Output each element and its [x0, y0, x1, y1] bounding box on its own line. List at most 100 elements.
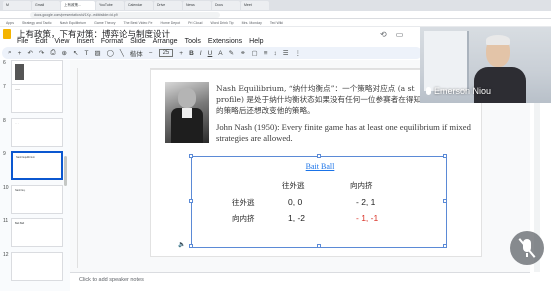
matrix-title-link[interactable]: Bait Ball [192, 162, 448, 171]
undo-icon[interactable]: ↶ [27, 49, 32, 57]
formatting-toolbar: ⌕ + ↶ ↷ ⎙ ⊕ ↖ T ▨ ◯ ╲ 楷体 − 25 + B I U A … [2, 47, 422, 59]
resize-handle[interactable] [317, 154, 321, 158]
add-slide-icon[interactable]: + [18, 50, 22, 57]
menu-format[interactable]: Format [101, 38, 123, 45]
bold-button[interactable]: B [189, 50, 194, 57]
text-color-button[interactable]: A [218, 50, 222, 57]
resize-handle[interactable] [317, 244, 321, 248]
photo-head [178, 88, 196, 108]
slide-thumbnail[interactable]: Bait Ball [11, 218, 63, 247]
bookmark[interactable]: Home Depot [160, 21, 180, 25]
bookmark[interactable]: Apps [6, 21, 14, 25]
align-icon[interactable]: ≡ [264, 50, 268, 57]
browser-tab-active[interactable]: 上有政策... [61, 1, 95, 10]
resize-handle[interactable] [189, 199, 193, 203]
image-icon[interactable]: ▨ [94, 49, 100, 57]
participant-body [474, 67, 526, 103]
underline-button[interactable]: U [208, 50, 213, 57]
bulleted-list-icon[interactable]: ☰ [283, 49, 289, 57]
bookmark[interactable]: Strategy and Tactic [22, 21, 52, 25]
bookmark[interactable]: Pri Cloud [188, 21, 202, 25]
nash-theorem-text[interactable]: John Nash (1950): Every finite game has … [216, 122, 478, 144]
address-bar[interactable]: docs.google.com/presentation/d/1Xy...edi… [30, 11, 220, 18]
mic-icon [426, 87, 431, 95]
menu-view[interactable]: View [54, 38, 69, 45]
payoff-cell-equilibrium: - 1, -1 [356, 213, 379, 223]
payoff-matrix-textbox[interactable]: Bait Ball 往外逃 向内挤 往外逃 向内挤 0, 0 - 2, 1 1,… [189, 154, 448, 248]
speaker-notes-pane[interactable]: Click to add speaker notes [70, 272, 530, 291]
history-icon[interactable]: ⟲ [380, 30, 387, 39]
slide-filmstrip: 6 7 —— 8 · · · 9 Nash Equilibrium 10 Nas… [0, 60, 70, 291]
mic-muted-button[interactable] [510, 231, 544, 265]
thumbnail-text: Bait Ball [15, 222, 25, 225]
video-call-tile[interactable]: Emerson Niou [420, 27, 551, 103]
john-nash-photo[interactable] [165, 82, 209, 143]
bookmark[interactable]: Nash Equilibrium [60, 21, 86, 25]
shape-icon[interactable]: ◯ [107, 49, 114, 57]
audio-icon[interactable]: 🔈 [178, 241, 185, 248]
slide-number: 12 [3, 252, 9, 258]
browser-tab[interactable]: Docs [212, 1, 240, 10]
address-bar-row: docs.google.com/presentation/d/1Xy...edi… [0, 11, 551, 19]
resize-handle[interactable] [189, 244, 193, 248]
comment-add-icon[interactable]: ▢ [252, 49, 258, 57]
slide-thumbnail[interactable]: · · · [11, 118, 63, 147]
menu-slide[interactable]: Slide [130, 38, 146, 45]
font-size-field[interactable]: 25 [158, 49, 174, 57]
browser-tab[interactable]: YouTube [96, 1, 124, 10]
italic-button[interactable]: I [200, 50, 202, 57]
bookmark[interactable]: Word Drink Tip [211, 21, 234, 25]
bookmark[interactable]: Ted Wiki [270, 21, 283, 25]
browser-tab[interactable]: Calendar [125, 1, 153, 10]
font-size-increase-icon[interactable]: + [179, 50, 183, 57]
menu-file[interactable]: File [17, 38, 28, 45]
line-icon[interactable]: ╲ [120, 49, 124, 57]
slide-thumbnail[interactable]: —— [11, 84, 63, 113]
row-header: 向内挤 [232, 214, 255, 223]
browser-tab[interactable]: Meet [241, 1, 269, 10]
browser-tab[interactable]: Drive [154, 1, 182, 10]
search-menus-icon[interactable]: ⌕ [8, 49, 12, 57]
text-box-icon[interactable]: T [84, 50, 88, 57]
comment-icon[interactable]: ▭ [396, 30, 404, 39]
menu-edit[interactable]: Edit [35, 38, 47, 45]
highlight-icon[interactable]: ✎ [229, 49, 234, 57]
thumbnail-text: —— [15, 88, 20, 91]
more-options-icon[interactable]: ⋮ [295, 49, 302, 57]
slide-thumbnail-selected[interactable]: Nash Equilibrium [11, 151, 63, 180]
font-select[interactable]: 楷体 [130, 48, 143, 58]
slide-number: 10 [3, 185, 9, 191]
speaker-notes-placeholder[interactable]: Click to add speaker notes [79, 277, 144, 283]
browser-tab[interactable]: M [3, 1, 31, 10]
resize-handle[interactable] [443, 244, 447, 248]
resize-handle[interactable] [189, 154, 193, 158]
resize-handle[interactable] [443, 154, 447, 158]
bookmark[interactable]: The Best Video Fe [124, 21, 153, 25]
link-icon[interactable]: ⚭ [240, 49, 245, 57]
menu-arrange[interactable]: Arrange [153, 38, 178, 45]
bookmark[interactable]: Mrs. Monday [242, 21, 262, 25]
menu-help[interactable]: Help [249, 38, 263, 45]
browser-tab[interactable]: News [183, 1, 211, 10]
resize-handle[interactable] [443, 199, 447, 203]
slide-number: 11 [3, 218, 9, 224]
menu-insert[interactable]: Insert [76, 38, 94, 45]
bookmark[interactable]: Game Theory [94, 21, 115, 25]
participant-hair [486, 35, 510, 45]
font-size-decrease-icon[interactable]: − [149, 50, 153, 57]
slide-thumbnail[interactable]: Nash Eq. [11, 185, 63, 214]
print-icon[interactable]: ⎙ [50, 49, 55, 57]
slides-app-icon[interactable] [3, 29, 11, 39]
menu-extensions[interactable]: Extensions [208, 38, 242, 45]
thumbnail-text: Nash Eq. [15, 189, 26, 192]
filmstrip-scrollbar[interactable] [64, 156, 67, 186]
participant-label: Emerson Niou [426, 86, 491, 96]
browser-tab[interactable]: Gmail [32, 1, 60, 10]
zoom-icon[interactable]: ⊕ [62, 49, 67, 57]
redo-icon[interactable]: ↷ [39, 49, 44, 57]
select-icon[interactable]: ↖ [73, 49, 78, 57]
row-header: 往外逃 [232, 198, 255, 207]
line-spacing-icon[interactable]: ↕ [274, 50, 277, 57]
slide-thumbnail[interactable] [11, 252, 63, 281]
menu-tools[interactable]: Tools [185, 38, 201, 45]
